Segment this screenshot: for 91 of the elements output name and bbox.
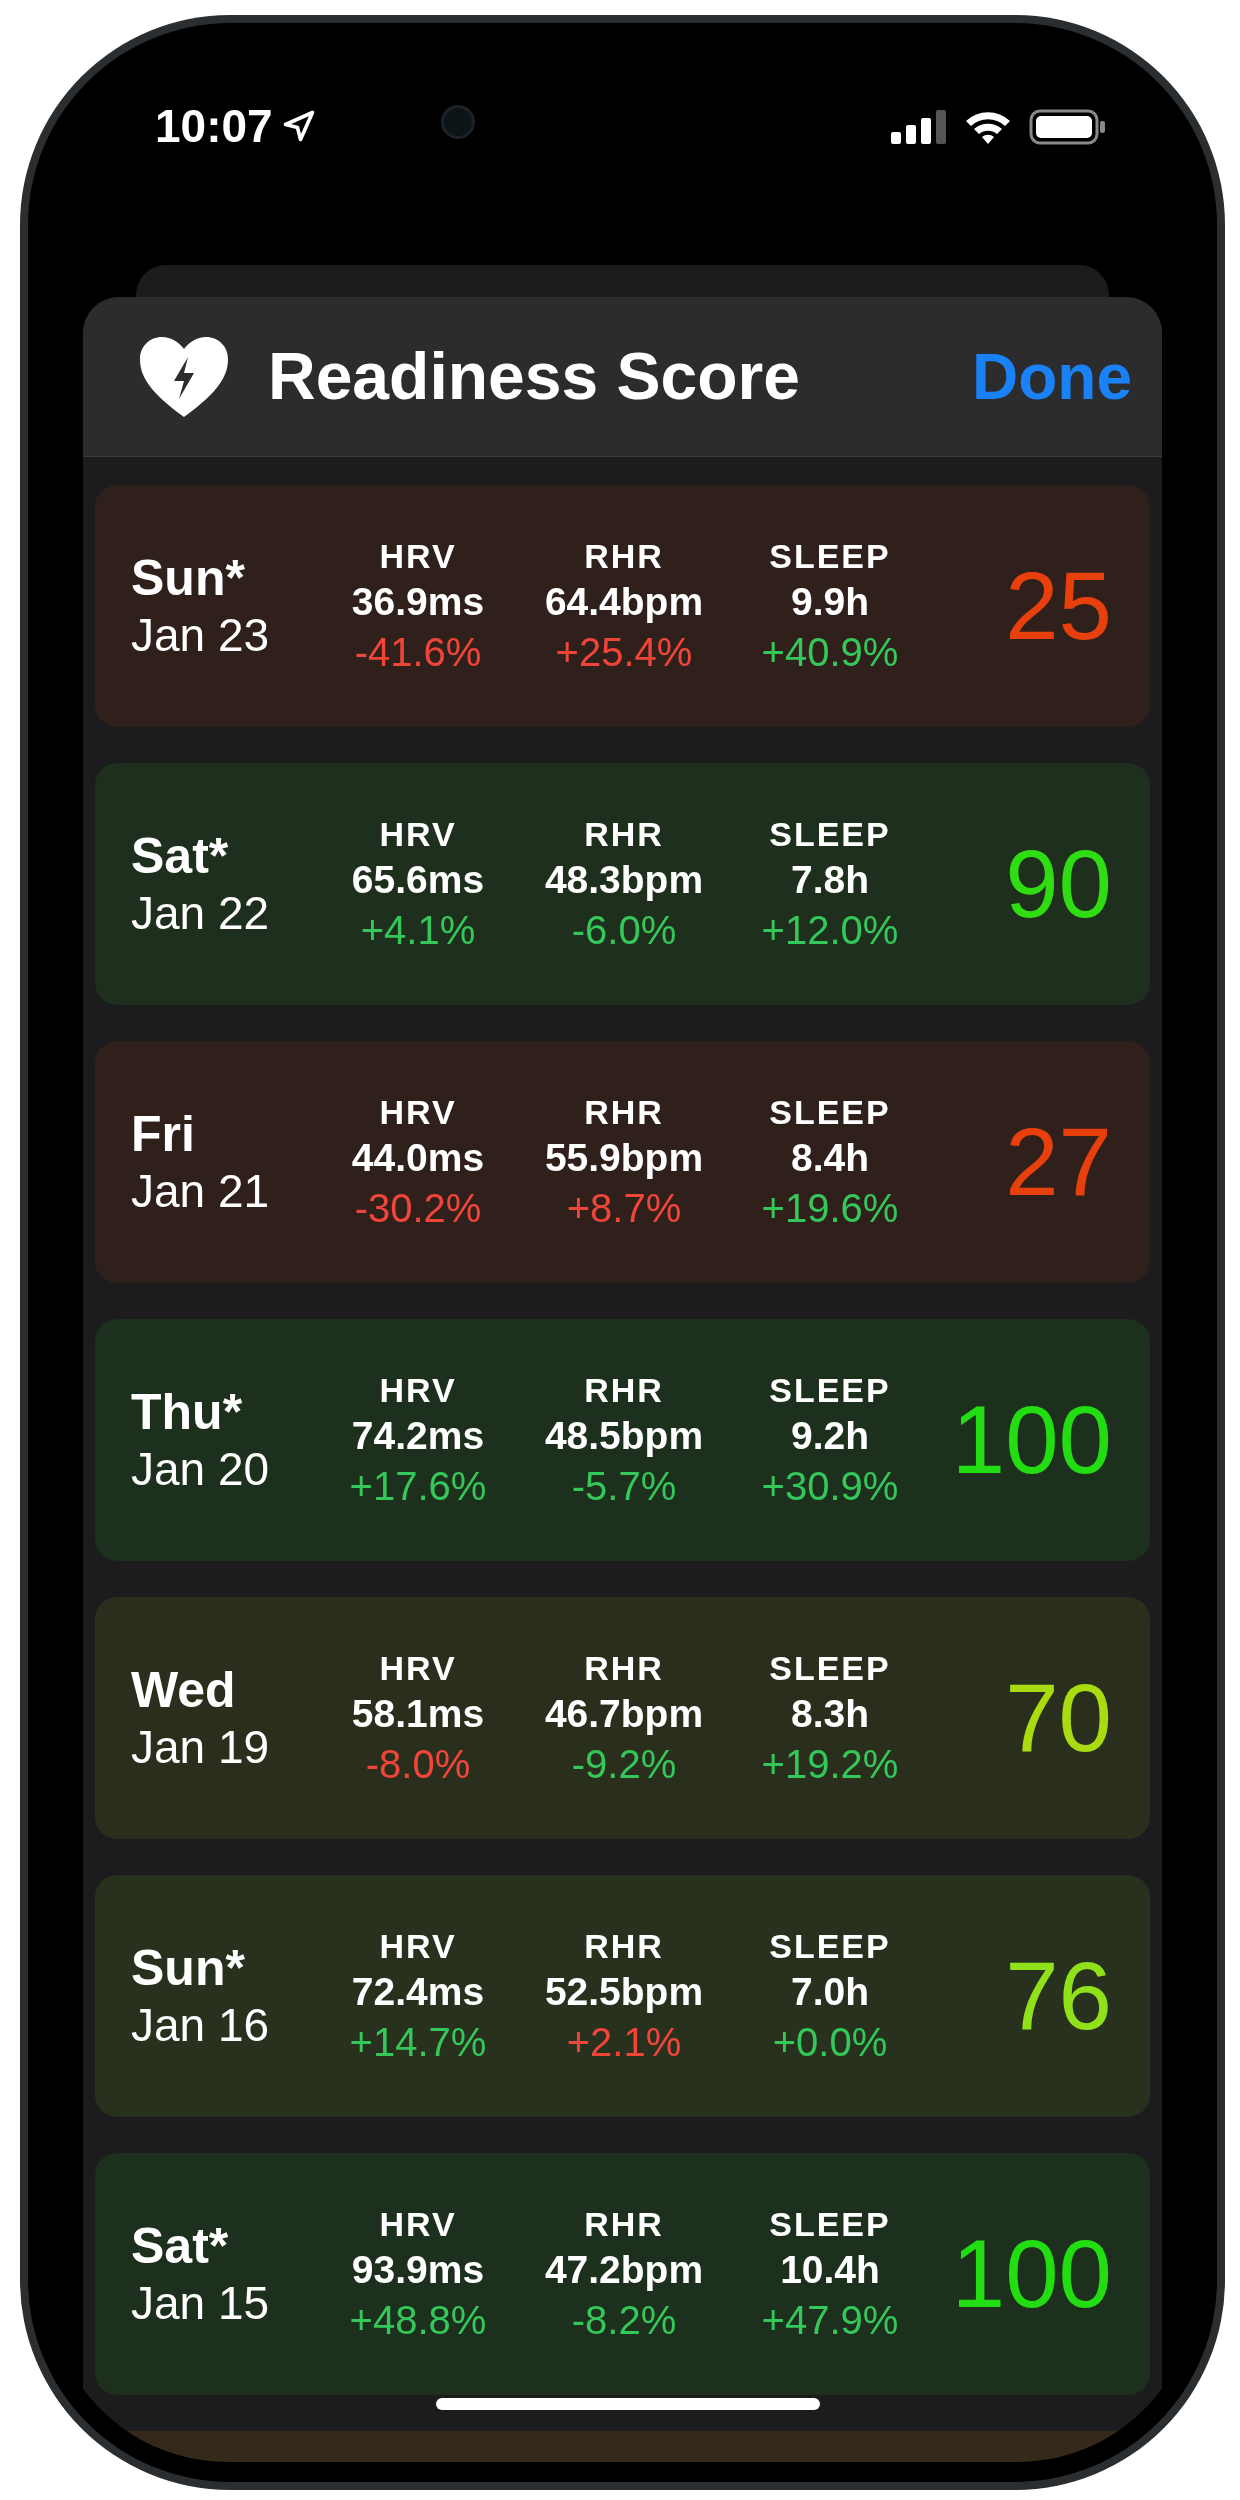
day-date: Jan 16 [131,1998,271,2054]
metric-change: +40.9% [761,628,899,676]
done-button[interactable]: Done [972,328,1132,425]
metric-label: RHR [584,1092,664,1134]
camera-icon [441,105,475,139]
metric-value: 10.4h [780,2247,880,2294]
metric-label: HRV [379,1926,457,1968]
metric-label: RHR [584,1926,664,1968]
sheet-title: Readiness Score [268,338,800,415]
metric-label: HRV [379,1648,457,1690]
day-date: Jan 20 [131,1442,271,1498]
metric-label: SLEEP [769,814,891,856]
metric-label: SLEEP [769,1648,891,1690]
metric-label: RHR [584,1648,664,1690]
metric-value: 8.4h [790,1135,869,1182]
metric-label: HRV [379,1370,457,1412]
day-name: Sun* [131,549,246,609]
metric-label: HRV [379,1092,457,1134]
metric-value: 9.9h [790,579,869,626]
metric-label: SLEEP [769,1926,891,1968]
day-date: Jan 21 [131,1164,271,1220]
heart-bolt-icon [138,334,230,419]
metric-value: 7.0h [790,1969,869,2016]
metric-change: +0.0% [772,2018,888,2066]
metric-change: +17.6% [349,1462,487,1510]
metric-value: 48.5bpm [544,1413,704,1460]
metric-change: -5.7% [571,1462,677,1510]
battery-icon [1029,109,1107,145]
metric-change: +12.0% [761,906,899,954]
readiness-score: 76 [1004,1948,1112,2044]
metric-change: +19.6% [761,1184,899,1232]
metric-change: +30.9% [761,1462,899,1510]
readiness-score: 100 [950,2226,1112,2322]
metric-value: 74.2ms [351,1413,485,1460]
signal-icon [891,110,947,144]
metric-label: RHR [584,536,664,578]
metric-value: 44.0ms [351,1135,485,1182]
readiness-score: 25 [1004,558,1112,654]
metric-label: SLEEP [769,1370,891,1412]
metric-value: 72.4ms [351,1969,485,2016]
status-time: 10:07 [155,103,273,149]
metric-label: SLEEP [769,2204,891,2246]
metric-value: 48.3bpm [544,857,704,904]
day-name: Sat* [131,827,230,887]
day-name: Wed [131,1661,237,1721]
metric-label: HRV [379,536,457,578]
readiness-score: 100 [950,1392,1112,1488]
metric-label: HRV [379,814,457,856]
metric-change: +19.2% [761,1740,899,1788]
day-name: Thu* [131,1383,244,1443]
metric-value: 52.5bpm [544,1969,704,2016]
metric-change: +4.1% [360,906,476,954]
day-name: Fri [131,1105,196,1165]
metric-value: 47.2bpm [544,2247,704,2294]
metric-value: 58.1ms [351,1691,485,1738]
day-date: Jan 22 [131,886,271,942]
metric-change: +48.8% [349,2296,487,2344]
metric-change: +14.7% [349,2018,487,2066]
metric-label: SLEEP [769,536,891,578]
day-date: Jan 15 [131,2276,271,2332]
day-name: Sun* [131,1939,246,1999]
day-date: Jan 23 [131,608,271,664]
day-name: Sat* [131,2217,230,2277]
metric-value: 9.2h [790,1413,869,1460]
metric-value: 65.6ms [351,857,485,904]
metric-label: RHR [584,814,664,856]
readiness-score: 90 [1004,836,1112,932]
metric-label: HRV [379,2204,457,2246]
metric-change: +25.4% [555,628,693,676]
readiness-score: 70 [1004,1670,1112,1766]
metric-value: 46.7bpm [544,1691,704,1738]
metric-change: -30.2% [354,1184,482,1232]
metric-value: 8.3h [790,1691,869,1738]
day-date: Jan 19 [131,1720,271,1776]
metric-label: RHR [584,1370,664,1412]
metric-change: +2.1% [566,2018,682,2066]
metric-value: 36.9ms [351,579,485,626]
metric-label: SLEEP [769,1092,891,1134]
metric-change: -41.6% [354,628,482,676]
metric-value: 55.9bpm [544,1135,704,1182]
metric-change: -8.2% [571,2296,677,2344]
metric-value: 64.4bpm [544,579,704,626]
metric-change: -9.2% [571,1740,677,1788]
readiness-score: 27 [1004,1114,1112,1210]
metric-change: -8.0% [365,1740,471,1788]
metric-change: +8.7% [566,1184,682,1232]
metric-label: RHR [584,2204,664,2246]
metric-value: 7.8h [790,857,869,904]
metric-change: -6.0% [571,906,677,954]
metric-change: +47.9% [761,2296,899,2344]
metric-value: 93.9ms [351,2247,485,2294]
